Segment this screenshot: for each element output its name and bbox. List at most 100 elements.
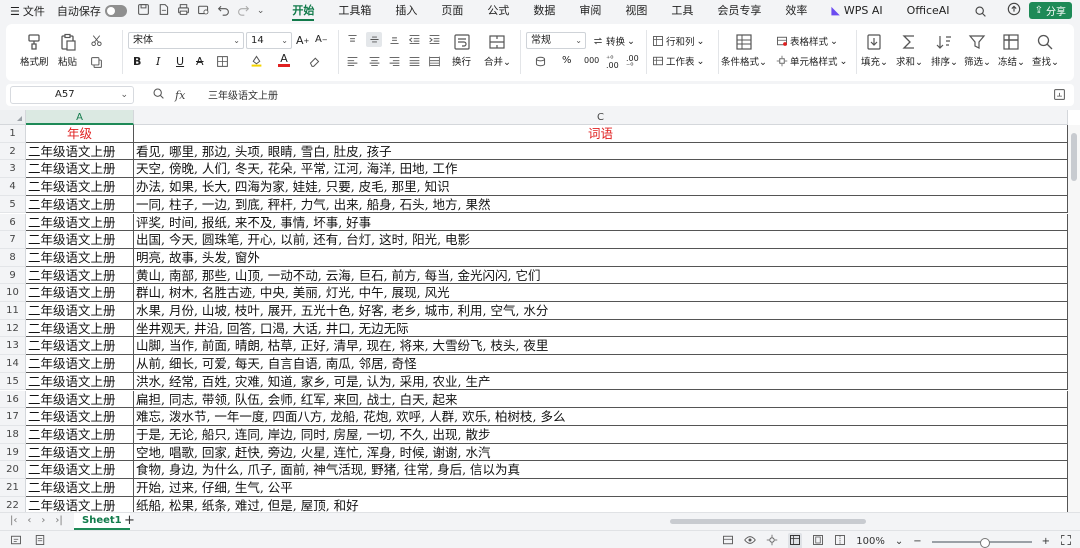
row-header[interactable]: 13 (0, 337, 26, 356)
increase-indent-icon[interactable] (428, 33, 441, 46)
grade-cell[interactable]: 二年级语文上册 (26, 302, 134, 320)
merge-button[interactable]: 合并⌄ (484, 33, 511, 68)
paste-button[interactable]: 粘贴 (58, 33, 77, 68)
grade-cell[interactable]: 二年级语文上册 (26, 355, 134, 373)
row-header[interactable]: 5 (0, 195, 26, 214)
zoom-level[interactable]: 100% (856, 536, 885, 547)
grade-cell[interactable]: 二年级语文上册 (26, 408, 134, 426)
grade-cell[interactable]: 二年级语文上册 (26, 178, 134, 196)
filter-button[interactable]: 筛选⌄ (964, 33, 991, 68)
first-sheet-icon[interactable]: |‹ (10, 515, 17, 526)
align-left-icon[interactable] (346, 55, 359, 68)
distribute-icon[interactable] (428, 55, 441, 68)
row-header[interactable]: 4 (0, 178, 26, 196)
align-bottom-icon[interactable] (388, 33, 401, 46)
row-header[interactable]: 7 (0, 231, 26, 249)
find-button[interactable]: 查找⌄ (1032, 33, 1059, 68)
macro-icon[interactable] (10, 534, 22, 548)
page-setup-icon[interactable] (722, 534, 734, 548)
page-break-icon[interactable] (834, 534, 846, 548)
grade-cell[interactable]: 二年级语文上册 (26, 213, 134, 232)
row-header[interactable]: 15 (0, 372, 26, 391)
rows-cols-button[interactable]: 行和列 ⌄ (652, 34, 704, 48)
cut-icon[interactable] (90, 34, 103, 47)
toggle-switch[interactable] (104, 5, 127, 17)
words-cell[interactable]: 水果, 月份, 山坡, 枝叶, 展开, 五光十色, 好客, 老乡, 城市, 利用… (134, 302, 1068, 320)
words-cell[interactable]: 群山, 树木, 名胜古迹, 中央, 美丽, 灯光, 中午, 展现, 风光 (134, 284, 1068, 302)
increase-decimal-icon[interactable]: ⁺⁰ .00 (606, 55, 619, 70)
add-sheet-button[interactable]: + (124, 513, 135, 529)
words-cell[interactable]: 出国, 今天, 圆珠笔, 开心, 以前, 还有, 台灯, 这时, 阳光, 电影 (134, 231, 1068, 249)
words-cell[interactable]: 纸船, 松果, 纸条, 难过, 但是, 屋顶, 和好 (134, 496, 1068, 512)
sort-button[interactable]: 排序⌄ (931, 33, 958, 68)
chevron-down-icon[interactable]: ⌄ (895, 536, 903, 547)
export-pdf-icon[interactable] (157, 3, 170, 19)
words-cell[interactable]: 坐井观天, 井沿, 回答, 口渴, 大话, 井口, 无边无际 (134, 319, 1068, 338)
number-format-select[interactable]: 常规 ⌄ (526, 32, 586, 49)
tab-efficiency[interactable]: 效率 (773, 0, 819, 22)
undo-icon[interactable] (217, 3, 230, 19)
grade-cell[interactable]: 二年级语文上册 (26, 372, 134, 391)
row-header[interactable]: 8 (0, 248, 26, 267)
thousands-button[interactable]: 000 (584, 56, 599, 65)
words-cell[interactable]: 开始, 过来, 仔细, 生气, 公平 (134, 479, 1068, 497)
row-header[interactable]: 1 (0, 125, 26, 143)
name-box[interactable]: A57 ⌄ (10, 86, 134, 104)
convert-button[interactable]: 转换 ⌄ (592, 34, 635, 48)
header-cell-grade[interactable]: 年级 (26, 125, 134, 143)
row-header[interactable]: 21 (0, 479, 26, 497)
horizontal-scrollbar[interactable] (640, 517, 1060, 526)
cloud-upload-icon[interactable] (1007, 2, 1021, 19)
words-cell[interactable]: 办法, 如果, 长大, 四海为家, 娃娃, 只要, 皮毛, 那里, 知识 (134, 178, 1068, 196)
row-header[interactable]: 20 (0, 461, 26, 479)
font-color-icon[interactable]: A (278, 53, 290, 67)
normal-view-icon[interactable] (788, 533, 803, 548)
decrease-indent-icon[interactable] (408, 33, 421, 46)
words-cell[interactable]: 空地, 唱歌, 回家, 赶快, 旁边, 火星, 连忙, 浑身, 时候, 谢谢, … (134, 443, 1068, 462)
grade-cell[interactable]: 二年级语文上册 (26, 248, 134, 267)
row-header[interactable]: 2 (0, 142, 26, 161)
justify-icon[interactable] (408, 55, 421, 68)
decrease-decimal-icon[interactable]: .00 ⁻⁰ (626, 55, 639, 70)
strikethrough-icon[interactable]: A (196, 55, 204, 68)
grade-cell[interactable]: 二年级语文上册 (26, 461, 134, 479)
tab-tools[interactable]: 工具 (659, 0, 705, 22)
tab-wps-ai[interactable]: ◣ WPS AI (819, 0, 894, 22)
scrollbar-thumb[interactable] (1071, 133, 1077, 181)
print-icon[interactable] (177, 3, 190, 19)
row-header[interactable]: 12 (0, 319, 26, 338)
fullscreen-icon[interactable] (1060, 534, 1072, 548)
prev-sheet-icon[interactable]: ‹ (27, 515, 31, 526)
words-cell[interactable]: 评奖, 时间, 报纸, 来不及, 事情, 坏事, 好事 (134, 213, 1068, 232)
format-painter-button[interactable]: 格式刷 (20, 33, 49, 68)
tab-data[interactable]: 数据 (521, 0, 567, 22)
tab-page[interactable]: 页面 (429, 0, 475, 22)
last-sheet-icon[interactable]: ›| (55, 515, 62, 526)
percent-button[interactable]: % (562, 55, 572, 66)
print-preview-icon[interactable] (197, 3, 210, 19)
words-cell[interactable]: 食物, 身边, 为什么, 爪子, 面前, 神气活现, 野猪, 往常, 身后, 信… (134, 461, 1068, 479)
next-sheet-icon[interactable]: › (41, 515, 45, 526)
grade-cell[interactable]: 二年级语文上册 (26, 142, 134, 161)
grade-cell[interactable]: 二年级语文上册 (26, 496, 134, 512)
row-header[interactable]: 14 (0, 355, 26, 373)
redo-icon[interactable] (237, 3, 250, 19)
header-cell-words[interactable]: 词语 (134, 125, 1068, 143)
grade-cell[interactable]: 二年级语文上册 (26, 425, 134, 444)
align-center-icon[interactable] (368, 55, 381, 68)
file-menu[interactable]: ☰ 文件 (10, 3, 45, 19)
fill-color-icon[interactable] (250, 54, 263, 67)
grade-cell[interactable]: 二年级语文上册 (26, 479, 134, 497)
words-cell[interactable]: 天空, 傍晚, 人们, 冬天, 花朵, 平常, 江河, 海洋, 田地, 工作 (134, 160, 1068, 179)
table-style-button[interactable]: 表格样式 ⌄ (776, 34, 838, 48)
increase-font-icon[interactable]: A + (296, 34, 309, 47)
words-cell[interactable]: 从前, 细长, 可爱, 每天, 自言自语, 南瓜, 邻居, 奇怪 (134, 355, 1068, 373)
underline-button[interactable]: U (176, 55, 184, 68)
decrease-font-icon[interactable]: A − (315, 34, 328, 45)
row-header[interactable]: 17 (0, 408, 26, 426)
tab-view[interactable]: 视图 (613, 0, 659, 22)
sum-button[interactable]: 求和⌄ (896, 33, 923, 68)
page-layout-icon[interactable] (812, 534, 824, 548)
zoom-icon[interactable] (152, 87, 165, 103)
tab-formulas[interactable]: 公式 (475, 0, 521, 22)
